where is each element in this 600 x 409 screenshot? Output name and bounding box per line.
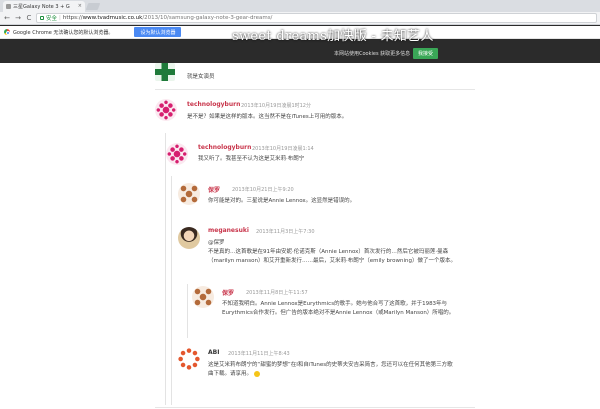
smiley-icon [254,370,261,377]
comment-author[interactable]: 保罗 [208,185,220,194]
comment-body-line: 这是艾米莉布朗宁的“甜蜜的梦想”在I和自iTunes的史蒂夫安吉采简言，您还可以… [208,362,453,368]
forward-icon[interactable]: → [14,14,22,22]
comment-body-line: @保罗 [208,240,225,246]
chrome-icon [4,29,11,36]
lock-icon[interactable] [40,16,44,20]
comment-timestamp[interactable]: 2013年11月8日上午11:57 [246,289,308,296]
comment-body: 是不是？如果是这样的版本。这当然不是在iTunes上可用的版本。 [187,114,348,120]
site-title: sweet dreams加快版 - 未知艺人 [232,29,434,44]
comment-body-line: 不是真的…这首歌是在91年由安妮·伦诺克斯（Annie Lennox）首次发行的… [208,249,449,255]
url-separator: | [59,15,61,21]
new-tab-button[interactable] [85,3,101,10]
divider [155,407,475,408]
favicon-icon [6,4,11,9]
infobar-message: Google Chrome 无法确认您的默认浏览器。 [13,29,114,36]
avatar[interactable] [155,63,175,81]
comment-body-line: Eurythmics合作发行。但广告的版本绝对不是Annie Lennox（或M… [222,310,455,316]
comment-body: 这是艾米莉布朗宁的“甜蜜的梦想”在I和自iTunes的史蒂夫安吉采简言，您还可以… [208,361,488,379]
comment-body: 你可能是对的。三星说是Annie Lennox。这显然是错误的。 [208,198,356,204]
browser-tab[interactable]: 三星Galaxy Note 3 + G × [3,1,85,12]
reload-icon[interactable]: C [25,14,33,22]
comment-body: 不知道我明白。Annie Lennox是Eurythmics的歌手。她与他合写了… [222,300,482,318]
url-path: /2013/10/samsung-galaxy-note-3-gear-drea… [142,15,273,21]
comment-body: 我又听了。我甚至不认为这是艾米莉·布朗宁 [198,156,305,162]
secure-label: 安全 [46,16,58,22]
comment-body-line: 曲下载。请享用。 [208,370,488,379]
comment-author[interactable]: technologyburn [198,144,251,151]
back-icon[interactable]: ← [3,14,11,22]
url-host: www.tvadmusic.co.uk [82,15,143,21]
comments-thread: 就是女演员 technologyburn 2013年10月19日凌晨1时12分 … [0,63,600,409]
avatar[interactable] [192,286,214,308]
comment-author[interactable]: ABI [208,349,219,356]
url-text: https://www.tvadmusic.co.uk/2013/10/sams… [63,15,273,21]
comment-timestamp[interactable]: 2013年10月19日凌晨1:14 [252,145,314,152]
address-bar[interactable]: 安全 | https://www.tvadmusic.co.uk/2013/10… [36,13,597,23]
url-scheme: https:// [62,15,83,21]
browser-toolbar: ← → C 安全 | https://www.tvadmusic.co.uk/2… [0,12,600,25]
divider [155,89,475,90]
comment-timestamp[interactable]: 2013年11月3日上午7:30 [256,228,315,235]
tab-strip: 三星Galaxy Note 3 + G × [0,0,600,12]
avatar[interactable] [166,143,188,165]
cookie-notice: 本网站使用Cookies 获取更多信息 [334,51,411,57]
cookie-accept-button[interactable]: 我接受 [413,48,439,59]
comment-body-line-text: 曲下载。请享用。 [208,371,253,377]
comment-body-line: 不知道我明白。Annie Lennox是Eurythmics的歌手。她与他合写了… [222,301,448,307]
thread-line [171,176,172,405]
comment-author[interactable]: technologyburn [187,101,240,108]
comment-author[interactable]: 保罗 [222,288,234,297]
comment-timestamp[interactable]: 2013年10月19日凌晨1时12分 [241,102,311,109]
thread-line [165,133,166,405]
comment-timestamp[interactable]: 2013年11月11日上午8:43 [228,350,290,357]
avatar[interactable] [178,348,200,370]
avatar[interactable] [178,227,200,249]
thread-line [187,284,188,338]
set-default-browser-button[interactable]: 设为默认浏览器 [134,27,182,37]
comment-body: @保罗 不是真的…这首歌是在91年由安妮·伦诺克斯（Annie Lennox）首… [208,239,488,266]
avatar[interactable] [155,99,177,121]
avatar[interactable] [178,183,200,205]
close-icon[interactable]: × [78,4,82,9]
comment-body: 就是女演员 [187,74,215,80]
comment-author[interactable]: meganesuki [208,227,249,234]
comment-timestamp[interactable]: 2013年10月21日上午9:20 [232,186,294,193]
tab-title: 三星Galaxy Note 3 + G [13,4,70,10]
comment-body-line: （marilyn manson）和艾开重新发行……最后，艾米莉·布朗宁（emil… [208,258,457,264]
